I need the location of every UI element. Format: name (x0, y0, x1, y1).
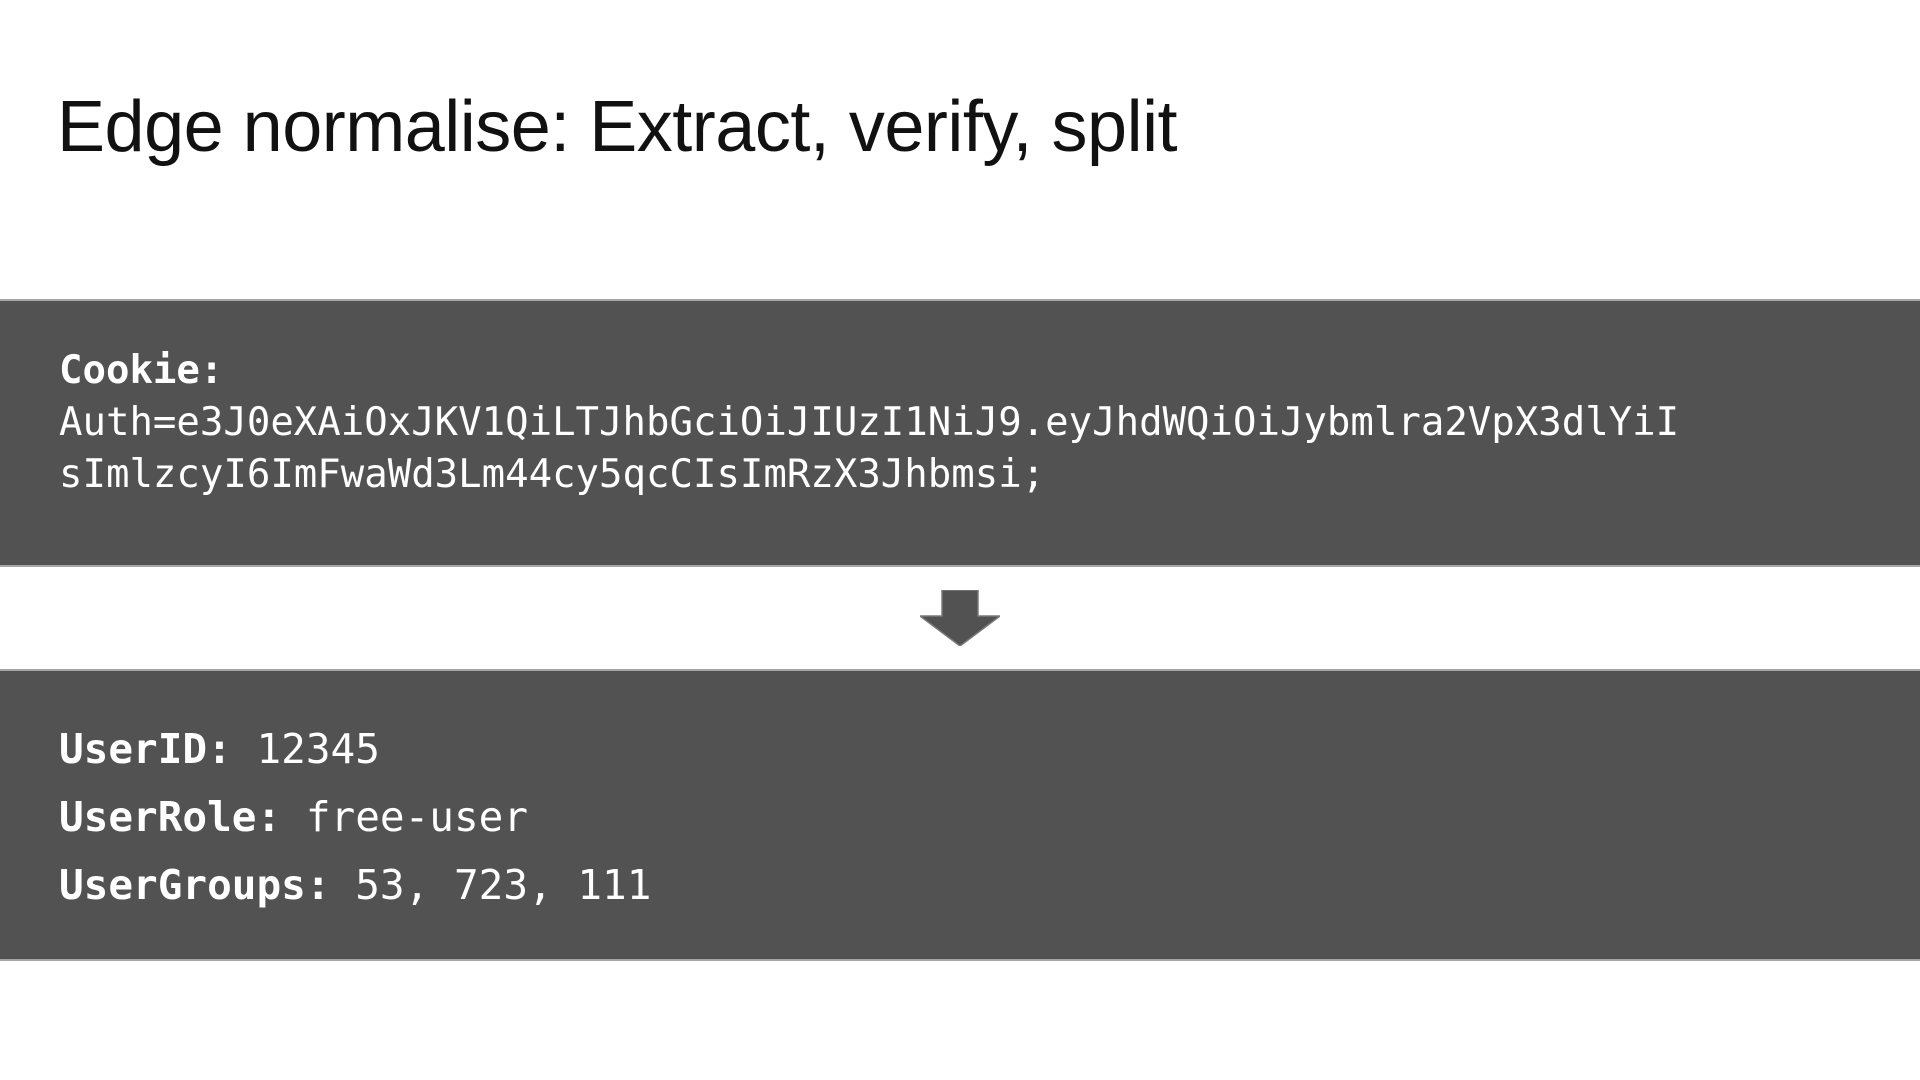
user-id-label: UserID: (59, 725, 232, 773)
cookie-value-line-1: Auth=e3J0eXAiOxJKV1QiLTJhbGciOiJIUzI1NiJ… (59, 400, 1680, 445)
user-role-row: UserRole: free-user (59, 783, 651, 851)
user-claims-block: UserID: 12345 UserRole: free-user UserGr… (59, 715, 651, 919)
user-id-row: UserID: 12345 (59, 715, 651, 783)
cookie-value-line-2: sImlzcyI6ImFwaWd3Lm44cy5qcCIsImRzX3Jhbms… (59, 452, 1046, 497)
user-id-value: 12345 (256, 725, 380, 773)
arrow-down-icon (920, 590, 1000, 646)
slide-title: Edge normalise: Extract, verify, split (57, 87, 1178, 167)
user-groups-value: 53, 723, 111 (355, 861, 652, 909)
user-groups-label: UserGroups: (59, 861, 331, 909)
user-groups-row: UserGroups: 53, 723, 111 (59, 851, 651, 919)
slide: Edge normalise: Extract, verify, split C… (0, 0, 1920, 1080)
user-claims-box: UserID: 12345 UserRole: free-user UserGr… (0, 669, 1920, 961)
cookie-label: Cookie: (59, 348, 224, 393)
user-role-label: UserRole: (59, 793, 282, 841)
cookie-block: Cookie: Auth=e3J0eXAiOxJKV1QiLTJhbGciOiJ… (59, 345, 1679, 501)
user-role-value: free-user (305, 793, 529, 841)
cookie-code-box: Cookie: Auth=e3J0eXAiOxJKV1QiLTJhbGciOiJ… (0, 299, 1920, 567)
